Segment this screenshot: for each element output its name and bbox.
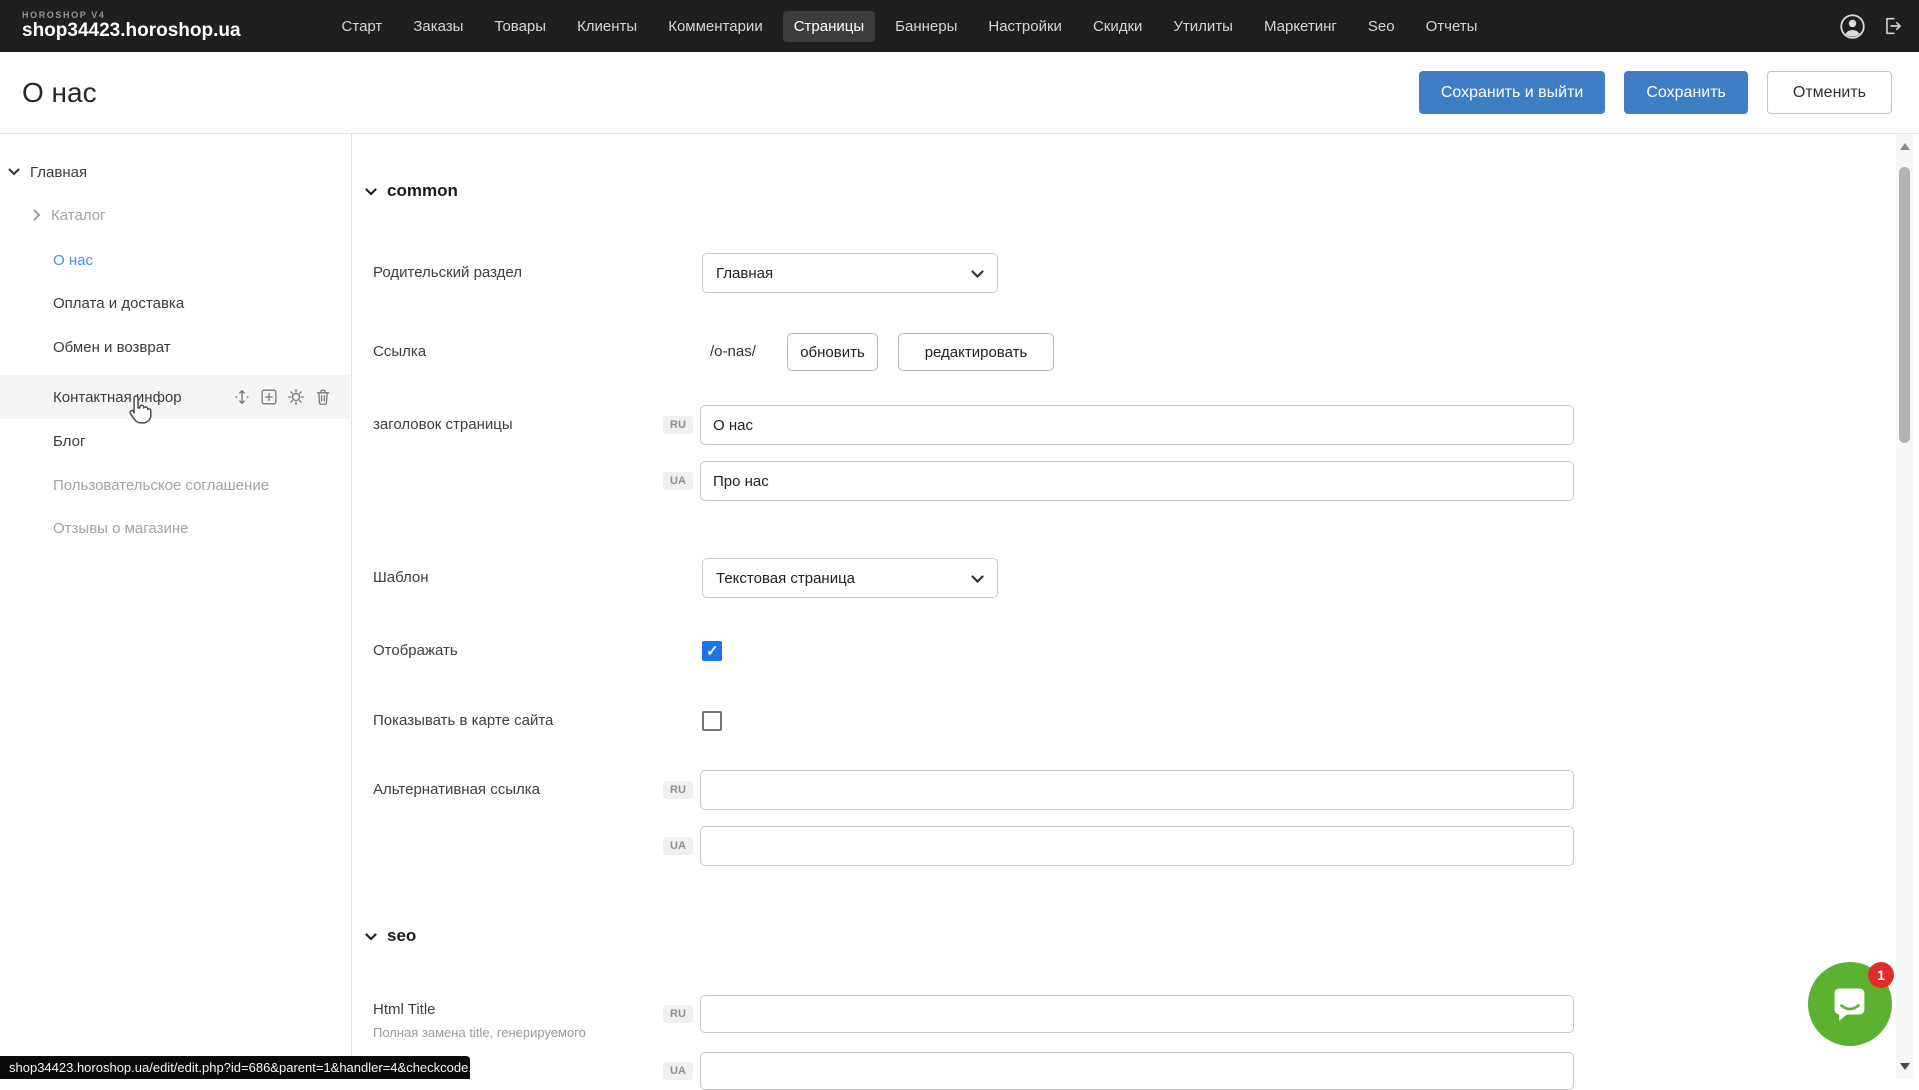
move-icon[interactable] [232, 387, 252, 407]
nav-item-pages[interactable]: Страницы [783, 11, 875, 42]
tree-item-contact-info[interactable]: Контактная инфор [0, 375, 350, 419]
nav-item-seo[interactable]: Seo [1357, 11, 1406, 42]
page-title: О нас [22, 77, 97, 109]
html-title-hint: Полная замена title, генерируемого [373, 1025, 586, 1041]
html-title-ru-input[interactable] [700, 995, 1574, 1033]
html-title-ua-input[interactable] [700, 1052, 1574, 1090]
tree-item-about-selected[interactable]: О нас [0, 238, 350, 282]
page-title-field-label: заголовок страницы [373, 415, 513, 435]
link-label: Ссылка [373, 342, 426, 362]
nav-item-comments[interactable]: Комментарии [657, 11, 773, 42]
vertical-scrollbar[interactable] [1896, 134, 1913, 1079]
tree-item-store-reviews[interactable]: Отзывы о магазине [0, 506, 350, 550]
navbar-right [1839, 13, 1903, 40]
html-title-label: Html Title [373, 1000, 436, 1020]
page-title-ru-input[interactable] [700, 405, 1574, 445]
account-icon[interactable] [1839, 13, 1866, 40]
lang-badge-ru: RU [663, 416, 693, 434]
nav-item-orders[interactable]: Заказы [402, 11, 474, 42]
tree-item-label: Отзывы о магазине [53, 520, 188, 537]
tree-item-label: Пользовательское соглашение [53, 477, 269, 494]
tree-item-payment-delivery[interactable]: Оплата и доставка [0, 281, 350, 325]
tree-item-user-agreement[interactable]: Пользовательское соглашение [0, 463, 350, 507]
tree-item-actions [232, 387, 333, 407]
alt-link-ru-input[interactable] [700, 770, 1574, 810]
parent-section-select[interactable]: Главная [702, 253, 998, 293]
header-buttons: Сохранить и выйти Сохранить Отменить [1419, 71, 1892, 114]
alt-link-label: Альтернативная ссылка [373, 780, 540, 800]
tree-item-label: Оплата и доставка [53, 295, 184, 312]
tree-item-catalog[interactable]: Каталог [0, 193, 350, 237]
save-and-exit-button[interactable]: Сохранить и выйти [1419, 71, 1606, 114]
tree-item-label: Блог [53, 433, 85, 450]
alt-link-ua-input[interactable] [700, 826, 1574, 866]
template-label: Шаблон [373, 568, 429, 588]
sitemap-label: Показывать в карте сайта [373, 711, 553, 731]
pages-tree-sidebar: Главная Каталог О нас Оплата и доставка … [0, 134, 352, 1079]
link-update-button[interactable]: обновить [787, 333, 878, 371]
chevron-down-icon [365, 926, 377, 946]
tree-item-blog[interactable]: Блог [0, 419, 350, 463]
section-common-header[interactable]: common [365, 181, 458, 201]
tree-item-label: Каталог [51, 207, 106, 224]
select-value: Главная [716, 265, 773, 282]
lang-badge-ua: UA [663, 1062, 693, 1080]
section-seo-header[interactable]: seo [365, 926, 416, 946]
trash-icon[interactable] [313, 387, 333, 407]
scrollbar-down-arrow[interactable] [1900, 1063, 1910, 1070]
link-edit-button[interactable]: редактировать [898, 333, 1054, 371]
nav-item-marketing[interactable]: Маркетинг [1253, 11, 1348, 42]
nav-item-discounts[interactable]: Скидки [1082, 11, 1153, 42]
lang-badge-ru: RU [663, 781, 693, 799]
chat-bubble-icon [1828, 982, 1872, 1026]
scrollbar-up-arrow[interactable] [1900, 143, 1910, 150]
tree-item-label: Обмен и возврат [53, 339, 171, 356]
nav-menu: Старт Заказы Товары Клиенты Комментарии … [331, 11, 1489, 42]
app-logo[interactable]: HOROSHOP V4 shop34423.horoshop.ua [22, 11, 241, 42]
nav-item-clients[interactable]: Клиенты [566, 11, 648, 42]
add-page-icon[interactable] [259, 387, 279, 407]
sitemap-checkbox[interactable] [702, 711, 722, 731]
top-navbar: HOROSHOP V4 shop34423.horoshop.ua Старт … [0, 0, 1919, 52]
page-title-ua-input[interactable] [700, 461, 1574, 501]
nav-item-utilities[interactable]: Утилиты [1162, 11, 1244, 42]
lang-badge-ua: UA [663, 472, 693, 490]
gear-icon[interactable] [286, 387, 306, 407]
cancel-button[interactable]: Отменить [1767, 71, 1892, 114]
select-value: Текстовая страница [716, 570, 855, 587]
template-select[interactable]: Текстовая страница [702, 558, 998, 598]
nav-item-settings[interactable]: Настройки [977, 11, 1073, 42]
tree-item-label: Контактная инфор [53, 389, 182, 406]
chevron-down-icon [971, 570, 984, 587]
chevron-right-icon[interactable] [33, 209, 41, 221]
logout-icon[interactable] [1881, 15, 1903, 37]
logo-domain-label: shop34423.horoshop.ua [22, 21, 241, 42]
display-checkbox[interactable] [702, 641, 722, 661]
parent-section-label: Родительский раздел [373, 263, 522, 283]
tree-item-label: Главная [30, 164, 87, 181]
section-title: seo [387, 926, 416, 946]
scrollbar-thumb[interactable] [1899, 167, 1910, 443]
chat-unread-badge: 1 [1868, 962, 1894, 988]
nav-item-start[interactable]: Старт [331, 11, 394, 42]
chevron-down-icon[interactable] [8, 168, 20, 176]
lang-badge-ua: UA [663, 837, 693, 855]
lang-badge-ru: RU [663, 1005, 693, 1023]
display-label: Отображать [373, 641, 458, 661]
section-title: common [387, 181, 458, 201]
tree-item-home[interactable]: Главная [0, 150, 350, 194]
nav-item-products[interactable]: Товары [483, 11, 557, 42]
tree-item-label: О нас [53, 252, 93, 269]
tree-item-exchange-return[interactable]: Обмен и возврат [0, 325, 350, 369]
save-button[interactable]: Сохранить [1624, 71, 1748, 114]
nav-item-banners[interactable]: Баннеры [884, 11, 968, 42]
browser-status-bar: shop34423.horoshop.ua/edit/edit.php?id=6… [0, 1056, 470, 1079]
link-path-value: /o-nas/ [710, 342, 756, 362]
chevron-down-icon [971, 265, 984, 282]
page-header: О нас Сохранить и выйти Сохранить Отмени… [0, 52, 1919, 134]
nav-item-reports[interactable]: Отчеты [1415, 11, 1489, 42]
chevron-down-icon [365, 181, 377, 201]
chat-launcher-button[interactable]: 1 [1808, 962, 1892, 1046]
page-edit-form: common Родительский раздел Главная Ссылк… [352, 134, 1896, 1079]
